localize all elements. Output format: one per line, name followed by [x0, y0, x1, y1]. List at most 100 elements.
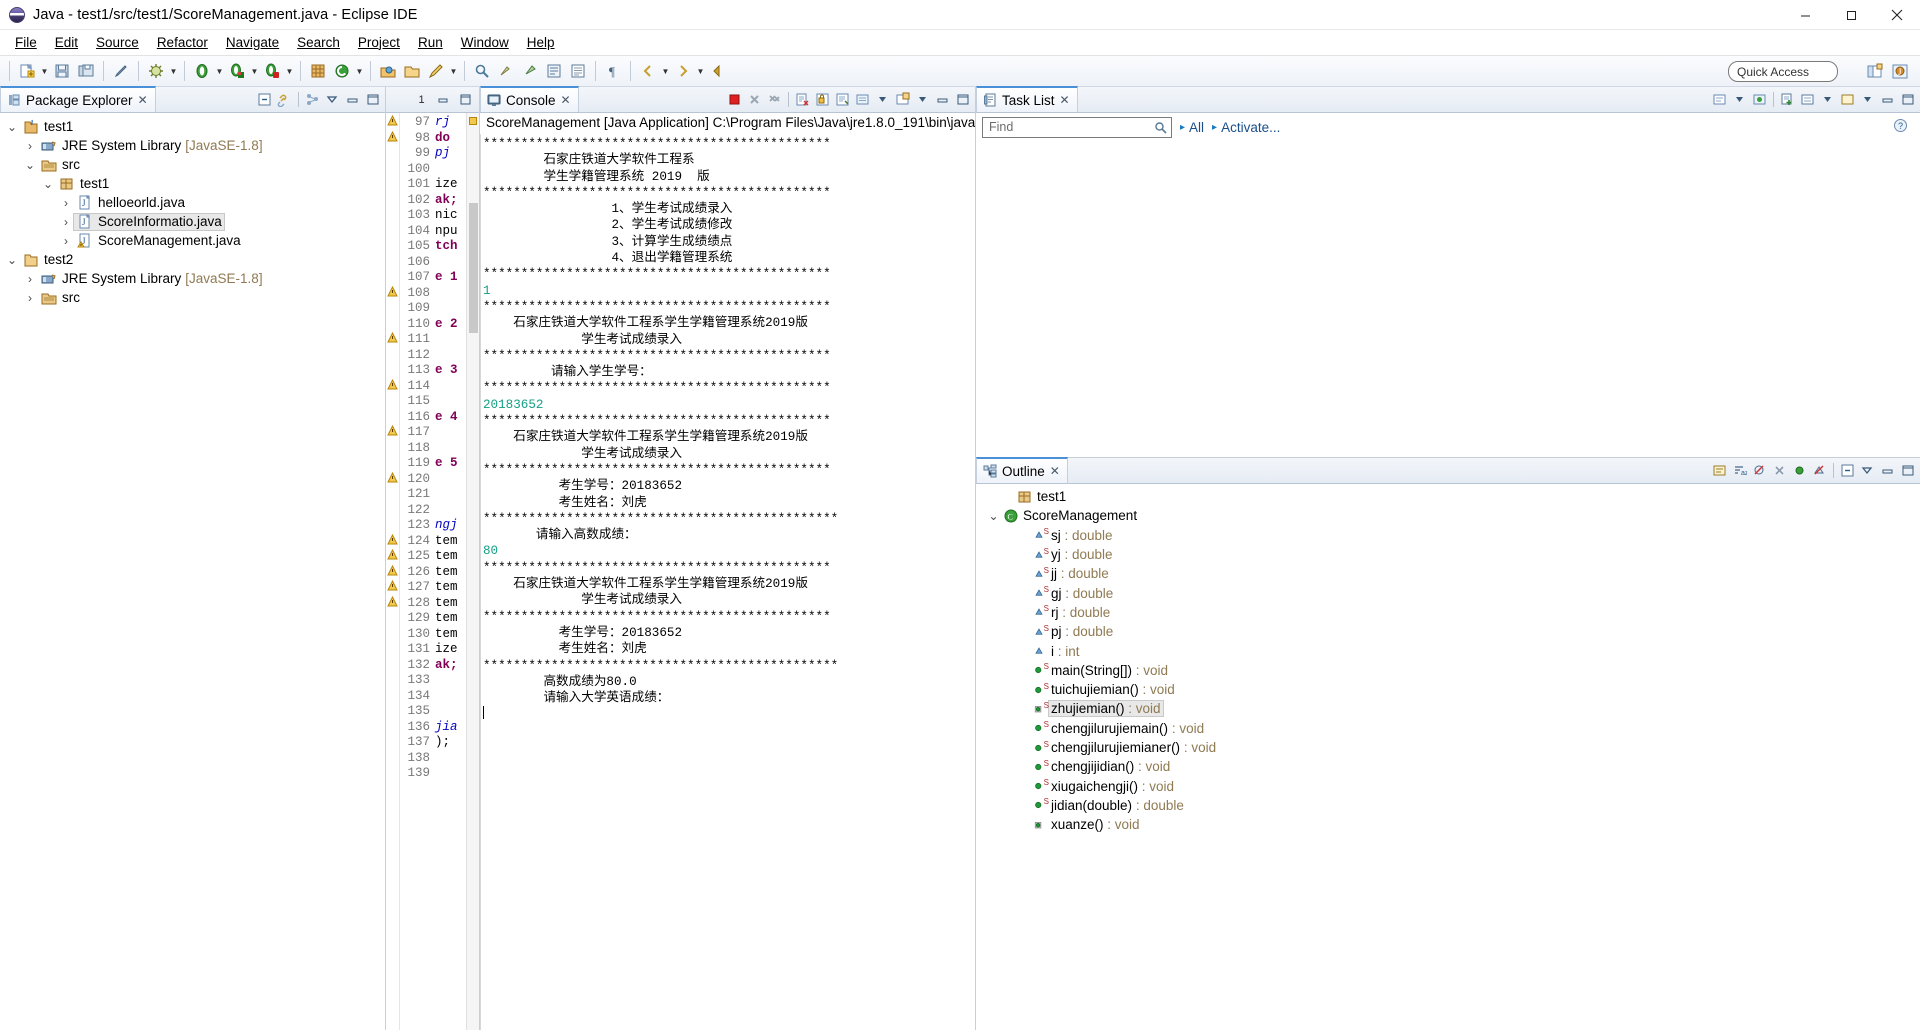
chevron-down-icon[interactable]: ⌄ — [986, 509, 1001, 523]
scroll-lock-icon[interactable] — [813, 90, 832, 109]
menu-refactor[interactable]: Refactor — [148, 32, 217, 54]
editor-marker-bar[interactable] — [386, 113, 400, 1030]
outline-item-xuanze--[interactable]: xuanze() : void — [976, 815, 1920, 834]
hide-non-public-icon[interactable] — [1750, 461, 1769, 480]
tree-item-test1[interactable]: ⌄ test1 — [0, 174, 385, 193]
chevron-down-icon[interactable]: ⌄ — [22, 159, 38, 171]
outline-item-tuichujiemian--[interactable]: Stuichujiemian() : void — [976, 680, 1920, 699]
focus-active-task-icon[interactable] — [1750, 90, 1769, 109]
tab-outline[interactable]: Outline ✕ — [976, 457, 1068, 483]
chevron-down-icon[interactable]: ⌄ — [4, 121, 20, 133]
back-dropdown-icon[interactable]: ▼ — [660, 60, 671, 82]
tree-item-jre-system-library[interactable]: › JRE System Library [JavaSE-1.8] — [0, 136, 385, 155]
warning-marker-icon[interactable] — [386, 423, 399, 439]
maximize-editor-icon[interactable] — [456, 90, 475, 109]
menu-window[interactable]: Window — [452, 32, 518, 54]
chevron-right-icon[interactable]: › — [58, 234, 74, 248]
tree-item-helloeorld-java[interactable]: › Jhelloeorld.java — [0, 193, 385, 212]
remove-launch-icon[interactable] — [745, 90, 764, 109]
outline-list-icon[interactable] — [567, 60, 589, 82]
external-tools-dropdown-icon[interactable]: ▼ — [214, 60, 225, 82]
outline-item-pj[interactable]: Spj : double — [976, 622, 1920, 641]
open-perspective-icon[interactable] — [1862, 60, 1886, 83]
editor-vertical-scrollbar[interactable] — [466, 113, 479, 1030]
outline-item-gj[interactable]: Sgj : double — [976, 583, 1920, 602]
hide-static-icon[interactable] — [1770, 461, 1789, 480]
minimize-editor-icon[interactable] — [434, 90, 453, 109]
pin-console-icon[interactable] — [833, 90, 852, 109]
tree-item-test1[interactable]: ⌄ test1 — [0, 117, 385, 136]
new-wizard-icon[interactable] — [16, 60, 38, 82]
outline-item-i[interactable]: i : int — [976, 641, 1920, 660]
annotation-pen-icon[interactable] — [425, 60, 447, 82]
search-icon[interactable] — [1154, 121, 1167, 134]
minimize-button[interactable] — [1782, 0, 1828, 30]
run-icon[interactable] — [261, 60, 283, 82]
new-class-dropdown-icon[interactable]: ▼ — [354, 60, 365, 82]
menu-file[interactable]: File — [6, 32, 46, 54]
maximize-button[interactable] — [1828, 0, 1874, 30]
maximize-view-icon[interactable] — [953, 90, 972, 109]
collapse-all-icon[interactable] — [1838, 461, 1857, 480]
print-pen-icon[interactable] — [110, 60, 132, 82]
forward-dropdown-icon[interactable]: ▼ — [695, 60, 706, 82]
warning-marker-icon[interactable] — [386, 547, 399, 563]
task-find-input[interactable]: Find — [982, 116, 1172, 138]
back-navigation-icon[interactable] — [637, 60, 659, 82]
last-edit-location-icon[interactable] — [543, 60, 565, 82]
minimize-view-icon[interactable] — [1878, 90, 1897, 109]
tab-console[interactable]: Console ✕ — [480, 86, 579, 112]
terminate-icon[interactable] — [725, 90, 744, 109]
open-type-icon[interactable] — [377, 60, 399, 82]
outline-item-test1[interactable]: test1 — [976, 487, 1920, 506]
close-button[interactable] — [1874, 0, 1920, 30]
build-all-icon[interactable] — [145, 60, 167, 82]
maximize-view-icon[interactable] — [1898, 90, 1917, 109]
menu-source[interactable]: Source — [87, 32, 148, 54]
minimize-view-icon[interactable] — [933, 90, 952, 109]
task-help-icon[interactable]: ? — [1893, 118, 1908, 136]
editor-overflow-icon[interactable]: 1 — [412, 90, 431, 109]
tree-item-src[interactable]: ⌄ src — [0, 155, 385, 174]
focus-active-task-icon[interactable] — [1710, 461, 1729, 480]
scroll-thumb[interactable] — [469, 203, 478, 333]
warning-marker-icon[interactable] — [386, 594, 399, 610]
outline-tree[interactable]: test1 ⌄ C ScoreManagement Ssj : double Syj : … — [976, 484, 1920, 1030]
outline-item-chengjijidian--[interactable]: Schengjijidian() : void — [976, 757, 1920, 776]
console-output[interactable]: ****************************************… — [480, 134, 975, 1030]
pilcrow-icon[interactable]: ¶ — [602, 60, 624, 82]
tree-item-test2[interactable]: ⌄ test2 — [0, 250, 385, 269]
outline-item-chengjilurujiemianer--[interactable]: Schengjilurujiemianer() : void — [976, 738, 1920, 757]
warning-marker-icon[interactable] — [386, 129, 399, 145]
menu-run[interactable]: Run — [409, 32, 452, 54]
task-list-content[interactable] — [976, 141, 1920, 457]
outline-item-jidian-double-[interactable]: Sjidian(double) : double — [976, 796, 1920, 815]
warning-marker-icon[interactable] — [386, 284, 399, 300]
task-view-dropdown-icon[interactable] — [1818, 90, 1837, 109]
open-console-dropdown-icon[interactable] — [913, 90, 932, 109]
remove-all-terminated-icon[interactable] — [765, 90, 784, 109]
chevron-right-icon[interactable]: › — [22, 139, 38, 153]
minimize-view-icon[interactable] — [343, 90, 362, 109]
outline-item-xiugaichengji--[interactable]: Sxiugaichengji() : void — [976, 776, 1920, 795]
save-icon[interactable] — [51, 60, 73, 82]
annotation-dropdown-icon[interactable]: ▼ — [448, 60, 459, 82]
close-icon[interactable]: ✕ — [1050, 464, 1060, 478]
warning-marker-icon[interactable] — [386, 377, 399, 393]
warning-marker-icon[interactable] — [386, 578, 399, 594]
warning-marker-icon[interactable] — [386, 563, 399, 579]
focus-on-workweek-icon[interactable] — [1710, 90, 1729, 109]
sort-icon[interactable]: az — [1730, 461, 1749, 480]
run-dropdown-icon[interactable]: ▼ — [284, 60, 295, 82]
debug-icon[interactable] — [226, 60, 248, 82]
view-menu-extras-icon[interactable] — [303, 90, 322, 109]
open-folder-icon[interactable] — [401, 60, 423, 82]
quick-access-field[interactable]: Quick Access — [1728, 61, 1838, 82]
warning-marker-icon[interactable] — [386, 330, 399, 346]
tab-task-list[interactable]: Task List ✕ — [976, 86, 1078, 112]
new-java-project-icon[interactable] — [307, 60, 329, 82]
outline-item-zhujiemian--[interactable]: Szhujiemian() : void — [976, 699, 1920, 718]
outline-item-scoremanagement[interactable]: ⌄ C ScoreManagement — [976, 506, 1920, 525]
chevron-right-icon[interactable]: › — [22, 272, 38, 286]
display-selected-console-icon[interactable] — [853, 90, 872, 109]
